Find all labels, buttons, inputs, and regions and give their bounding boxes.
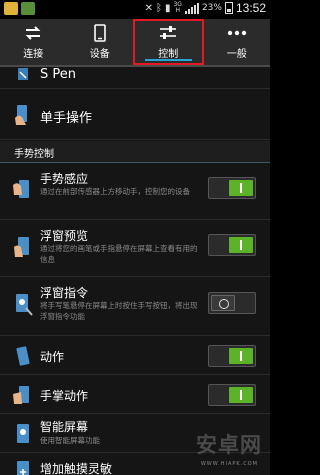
list-item-air-gesture[interactable]: 手势感应 通过在前部传感器上方移动手，控制您的设备 [0,164,270,220]
battery-icon [224,2,233,14]
clock: 13:52 [235,1,266,15]
section-header-gesture: 手势控制 [0,141,270,163]
palm-motion-toggle[interactable] [208,384,256,406]
smart-screen-icon [12,423,34,445]
row-title: 单手操作 [40,111,93,126]
list-item-air-view[interactable]: 浮窗预览 通过将您的画笔或手指悬停在屏幕上查看有用的信息 [0,221,270,277]
air-view-icon [12,235,34,257]
palm-motion-icon [12,384,34,406]
device-icon [89,24,111,42]
row-title: 动作 [40,350,65,364]
battery-percent: 23% [201,3,222,13]
connect-icon [22,24,44,42]
watermark-text: 安卓网 [196,433,262,457]
tab-label: 设备 [89,49,110,60]
watermark-url: WWW.HIAPK.COM [200,461,258,467]
tab-label: 连接 [23,49,44,60]
nfc-icon: ▮ [164,2,171,14]
touch-sensitivity-icon [12,460,34,475]
list-item-spen[interactable]: S Pen [0,67,270,89]
silent-icon: ✕ [144,2,153,14]
watermark-logo: 安卓网 WWW.HIAPK.COM [168,427,264,467]
system-status: ✕ ᛒ ▮ 3G H 23% 13:52 [145,1,266,15]
list-item-floating-command[interactable]: 浮窗指令 将手写笔悬停在屏幕上时按住手写按钮，将出现浮窗指令功能 [0,278,270,336]
row-title: 增加触摸灵敏 [40,462,113,475]
toggle-knob [229,237,253,253]
app-notification-icon [4,2,18,15]
one-hand-icon [12,104,34,126]
signal-icon [184,2,199,14]
row-subtitle: 通过在前部传感器上方移动手，控制您的设备 [40,187,190,196]
tab-general[interactable]: 一般 [204,19,271,65]
row-title: 浮窗预览 [40,229,89,243]
network-type: 3G H [173,2,181,14]
toggle-knob [229,348,253,364]
motion-icon [12,345,34,367]
tab-label: 一般 [226,49,247,60]
row-title: 手势感应 [40,172,89,186]
spen-icon [16,67,32,81]
row-subtitle: 将手写笔悬停在屏幕上时按住手写按钮，将出现浮窗指令功能 [40,301,198,321]
toggle-knob [211,295,235,311]
tab-connections[interactable]: 连接 [0,19,67,65]
sliders-icon [157,24,179,42]
air-view-toggle[interactable] [208,234,256,256]
android-notification-icon [21,2,35,15]
floating-command-icon [12,292,34,316]
list-item-palm-motion[interactable]: 手掌动作 [0,376,270,414]
floating-command-toggle[interactable] [208,292,256,314]
tab-controls[interactable]: 控制 [133,19,204,65]
row-subtitle: 通过将您的画笔或手指悬停在屏幕上查看有用的信息 [40,244,198,264]
list-item-motion[interactable]: 动作 [0,337,270,375]
air-gesture-icon [12,177,34,199]
row-title: 手掌动作 [40,389,89,403]
toggle-knob [229,387,253,403]
settings-tab-bar: 连接 设备 控制 一般 [0,19,270,67]
tab-device[interactable]: 设备 [67,19,134,65]
bluetooth-icon: ᛒ [155,2,162,14]
section-label: 手势控制 [14,149,54,160]
list-item-one-hand[interactable]: 单手操作 [0,90,270,140]
air-gesture-toggle[interactable] [208,177,256,199]
tab-label: 控制 [158,49,179,60]
motion-toggle[interactable] [208,345,256,367]
toggle-knob [229,180,253,196]
row-title: 智能屏幕 [40,420,89,434]
more-icon [226,24,248,42]
settings-list: S Pen 单手操作 手势控制 手势感应 通过在前部传感器上方移动手，控制您的设… [0,67,270,475]
row-title: 浮窗指令 [40,286,89,300]
notification-icons [4,2,35,15]
network-sub-label: H [175,7,180,14]
row-title: S Pen [40,67,76,82]
status-bar: ✕ ᛒ ▮ 3G H 23% 13:52 [0,0,270,19]
